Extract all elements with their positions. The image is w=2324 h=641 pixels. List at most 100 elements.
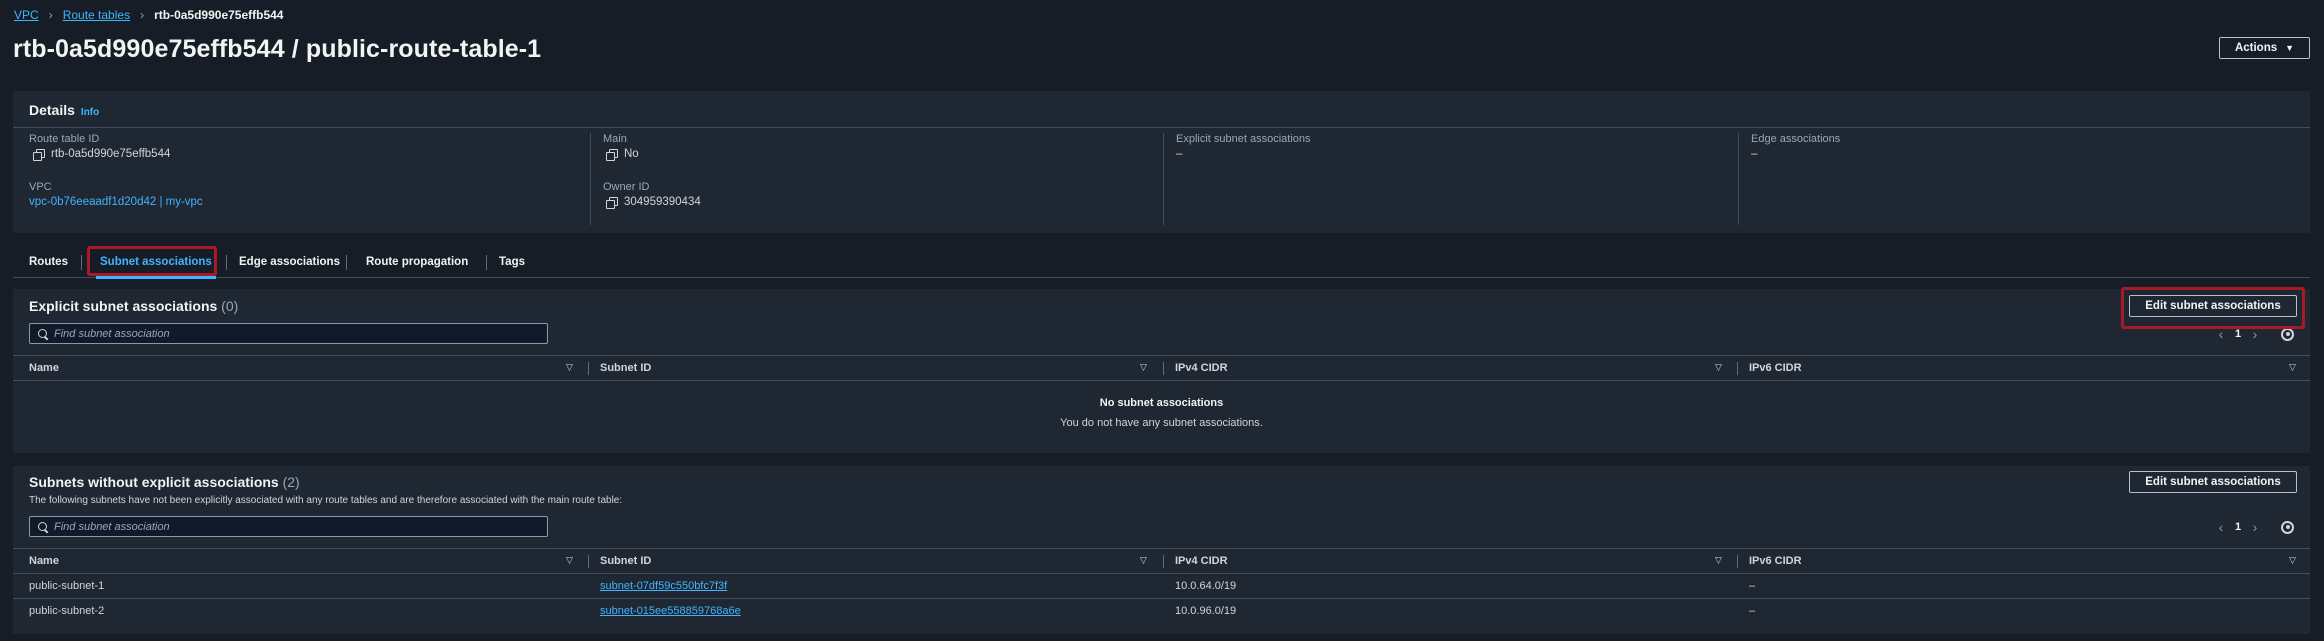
without-title-text: Subnets without explicit associations [29,474,279,490]
subnet-name: public-subnet-1 [29,580,105,592]
vpc-link[interactable]: vpc-0b76eeaadf1d20d42 | my-vpc [29,196,203,208]
explicit-pagination: ‹ 1 › [2211,326,2294,342]
column-header-subnet-id[interactable]: Subnet ID [600,356,651,380]
route-table-id-text: rtb-0a5d990e75effb544 [51,148,171,160]
search-icon [38,328,48,339]
main-label: Main [603,133,627,145]
actions-button[interactable]: Actions ▼ [2219,37,2310,59]
breadcrumb-current: rtb-0a5d990e75effb544 [154,8,284,22]
column-header-ipv6-cidr[interactable]: IPv6 CIDR [1749,356,1802,380]
without-pagination: ‹ 1 › [2211,519,2294,535]
subnet-ipv6-cidr: – [1749,605,1756,617]
table-row[interactable]: public-subnet-1 subnet-07df59c550bfc7f3f… [13,574,2310,599]
main-value: No [606,148,639,161]
breadcrumb-route-tables-link[interactable]: Route tables [63,8,130,22]
page-number[interactable]: 1 [2231,521,2245,533]
column-header-name[interactable]: Name [29,356,59,380]
explicit-search-input[interactable] [54,327,534,340]
column-separator [1737,555,1738,568]
column-separator [588,362,589,375]
tab-separator [346,255,347,270]
details-divider [13,127,2310,128]
subnet-id-link[interactable]: subnet-015ee558859768a6e [600,599,741,623]
column-separator [1163,362,1164,375]
edge-associations-label: Edge associations [1751,133,1841,145]
column-separator [1163,555,1164,568]
details-panel: Details Info Route table ID rtb-0a5d990e7… [13,91,2310,233]
subnet-id-link[interactable]: subnet-07df59c550bfc7f3f [600,574,727,598]
page-title: rtb-0a5d990e75effb544 / public-route-tab… [13,35,542,63]
route-table-id-value: rtb-0a5d990e75effb544 [33,148,171,161]
chevron-right-icon[interactable]: › [2245,326,2265,342]
details-header: Details Info [29,102,99,118]
explicit-associations-title: Explicit subnet associations (0) [29,298,238,314]
empty-state-subtitle: You do not have any subnet associations. [1060,417,1263,429]
without-associations-title: Subnets without explicit associations (2… [29,474,300,490]
details-column-3: Explicit subnet associations – [1163,133,1739,225]
tab-subnet-associations[interactable]: Subnet associations [96,247,216,279]
chevron-left-icon[interactable]: ‹ [2211,326,2231,342]
tab-edge-associations[interactable]: Edge associations [239,247,340,277]
explicit-title-text: Explicit subnet associations [29,298,218,314]
sort-icon[interactable]: ▽ [1715,555,1722,566]
explicit-table-header: Name ▽ Subnet ID ▽ IPv4 CIDR ▽ IPv6 CIDR… [13,355,2310,381]
edit-subnet-associations-button[interactable]: Edit subnet associations [2129,295,2297,317]
table-row[interactable]: public-subnet-2 subnet-015ee558859768a6e… [13,598,2310,623]
route-table-id-label: Route table ID [29,133,100,145]
column-header-ipv4-cidr[interactable]: IPv4 CIDR [1175,549,1228,573]
search-icon [38,521,48,532]
info-link[interactable]: Info [81,107,99,118]
sort-icon[interactable]: ▽ [566,555,573,566]
empty-state-title: No subnet associations [1099,397,1224,409]
owner-id-label: Owner ID [603,181,650,193]
owner-id-text: 304959390434 [624,196,701,208]
column-header-name[interactable]: Name [29,549,59,573]
copy-icon[interactable] [33,149,45,161]
edge-associations-value: – [1751,148,1758,160]
page-number[interactable]: 1 [2231,328,2245,340]
tab-route-propagation[interactable]: Route propagation [366,247,468,277]
details-column-4: Edge associations – [1738,133,2310,225]
explicit-associations-value: – [1176,148,1183,160]
edit-subnet-associations-button-2[interactable]: Edit subnet associations [2129,471,2297,493]
owner-id-value: 304959390434 [606,196,701,209]
tab-bar: Routes Subnet associations Edge associat… [13,247,2310,279]
column-header-ipv6-cidr[interactable]: IPv6 CIDR [1749,549,1802,573]
main-text: No [624,148,639,160]
tab-separator [226,255,227,270]
column-separator [588,555,589,568]
copy-icon[interactable] [606,149,618,161]
sort-icon[interactable]: ▽ [1140,555,1147,566]
caret-down-icon: ▼ [2285,43,2295,53]
chevron-right-icon: › [140,8,145,22]
without-count: (2) [282,474,300,490]
without-table-header: Name ▽ Subnet ID ▽ IPv4 CIDR ▽ IPv6 CIDR… [13,548,2310,574]
subnet-ipv4-cidr: 10.0.64.0/19 [1175,580,1237,592]
sort-icon[interactable]: ▽ [2289,362,2296,373]
sort-icon[interactable]: ▽ [2289,555,2296,566]
chevron-left-icon[interactable]: ‹ [2211,519,2231,535]
sort-icon[interactable]: ▽ [1715,362,1722,373]
chevron-right-icon[interactable]: › [2245,519,2265,535]
sort-icon[interactable]: ▽ [1140,362,1147,373]
tab-tags[interactable]: Tags [499,247,525,277]
actions-label: Actions [2234,42,2278,54]
explicit-associations-panel: Explicit subnet associations (0) Edit su… [13,289,2310,453]
column-separator [1737,362,1738,375]
settings-gear-icon[interactable] [2281,327,2294,341]
explicit-search-field[interactable] [29,323,548,344]
column-header-ipv4-cidr[interactable]: IPv4 CIDR [1175,356,1228,380]
settings-gear-icon[interactable] [2281,520,2294,534]
without-search-input[interactable] [54,520,534,533]
column-header-subnet-id[interactable]: Subnet ID [600,549,651,573]
tab-routes[interactable]: Routes [29,247,68,277]
breadcrumb-vpc-link[interactable]: VPC [14,8,39,22]
copy-icon[interactable] [606,197,618,209]
vpc-label: VPC [29,181,52,193]
explicit-associations-label: Explicit subnet associations [1176,133,1311,145]
sort-icon[interactable]: ▽ [566,362,573,373]
without-search-field[interactable] [29,516,548,537]
details-column-1: Route table ID rtb-0a5d990e75effb544 VPC… [29,133,589,225]
details-title: Details [29,102,75,118]
tab-separator [486,255,487,270]
